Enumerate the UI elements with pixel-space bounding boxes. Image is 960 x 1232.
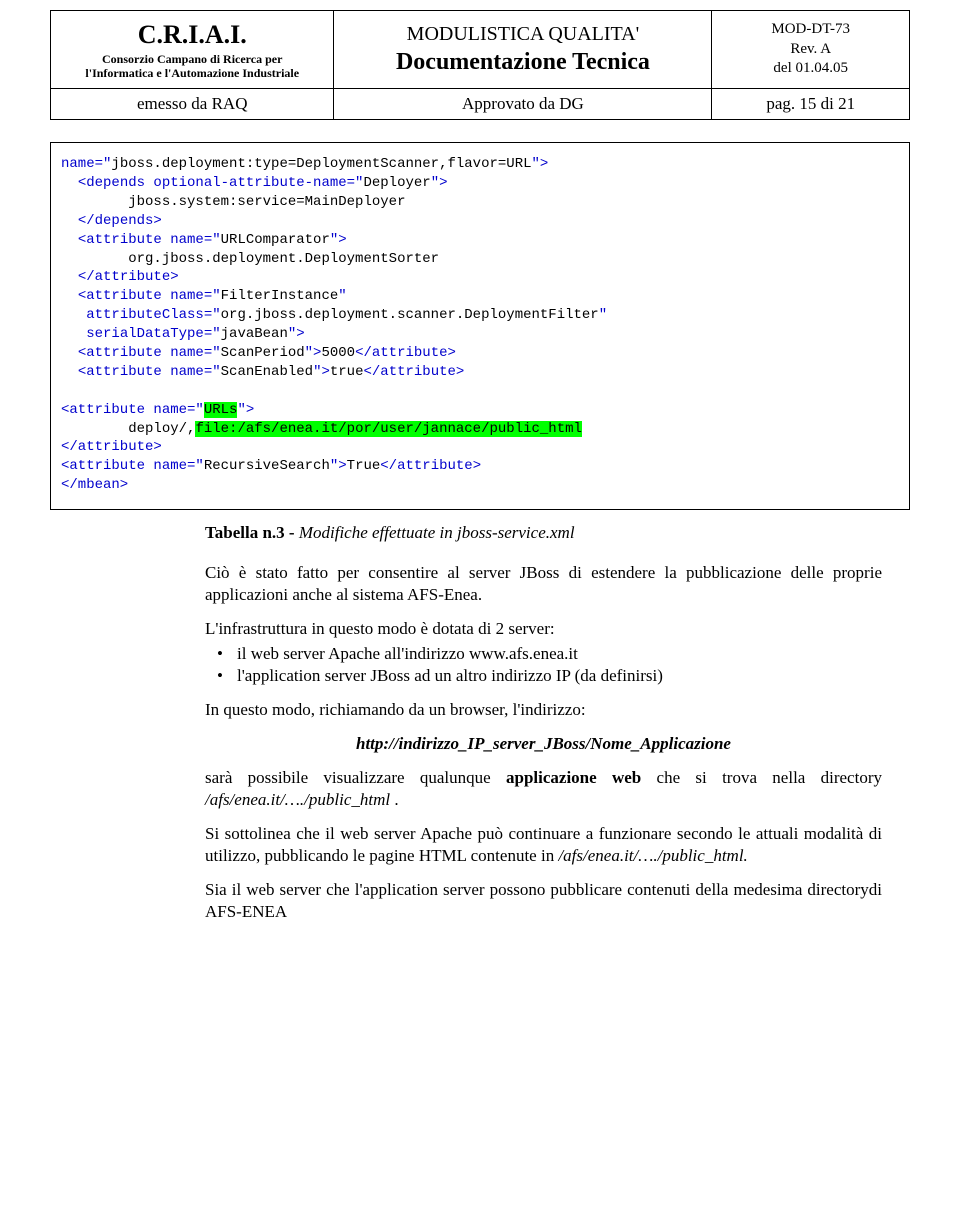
issued-by: emesso da RAQ — [51, 89, 334, 120]
doc-line1: MODULISTICA QUALITA' — [342, 21, 703, 47]
list-item: il web server Apache all'indirizzo www.a… — [205, 643, 882, 665]
org-sub1: Consorzio Campano di Ricerca per — [59, 52, 325, 66]
caption-text: Modifiche effettuate in jboss-service.xm… — [299, 523, 575, 542]
doc-date: del 01.04.05 — [720, 59, 901, 79]
org-cell: C.R.I.A.I. Consorzio Campano di Ricerca … — [51, 11, 334, 89]
server-list: il web server Apache all'indirizzo www.a… — [205, 643, 882, 687]
paragraph-5: Si sottolinea che il web server Apache p… — [205, 823, 882, 867]
org-acronym: C.R.I.A.I. — [59, 18, 325, 52]
paragraph-4: sarà possibile visualizzare qualunque ap… — [205, 767, 882, 811]
paragraph-1: Ciò è stato fatto per consentire al serv… — [205, 562, 882, 606]
doc-line2: Documentazione Tecnica — [342, 47, 703, 78]
caption-label: Tabella n.3 - — [205, 523, 295, 542]
doc-meta-cell: MOD-DT-73 Rev. A del 01.04.05 — [712, 11, 910, 89]
approved-by: Approvato da DG — [334, 89, 712, 120]
list-item: l'application server JBoss ad un altro i… — [205, 665, 882, 687]
doc-code: MOD-DT-73 — [720, 20, 901, 40]
body-content: Ciò è stato fatto per consentire al serv… — [205, 562, 882, 923]
org-sub2: l'Informatica e l'Automazione Industrial… — [59, 66, 325, 80]
doc-header-table: C.R.I.A.I. Consorzio Campano di Ricerca … — [50, 10, 910, 120]
paragraph-2: L'infrastruttura in questo modo è dotata… — [205, 618, 882, 640]
paragraph-6: Sia il web server che l'application serv… — [205, 879, 882, 923]
page-number: pag. 15 di 21 — [712, 89, 910, 120]
xml-code-block: name="jboss.deployment:type=DeploymentSc… — [50, 142, 910, 510]
paragraph-3: In questo modo, richiamando da un browse… — [205, 699, 882, 721]
table-caption: Tabella n.3 - Modifiche effettuate in jb… — [205, 522, 910, 544]
doc-title-cell: MODULISTICA QUALITA' Documentazione Tecn… — [334, 11, 712, 89]
doc-rev: Rev. A — [720, 40, 901, 60]
url-line: http://indirizzo_IP_server_JBoss/Nome_Ap… — [205, 733, 882, 755]
